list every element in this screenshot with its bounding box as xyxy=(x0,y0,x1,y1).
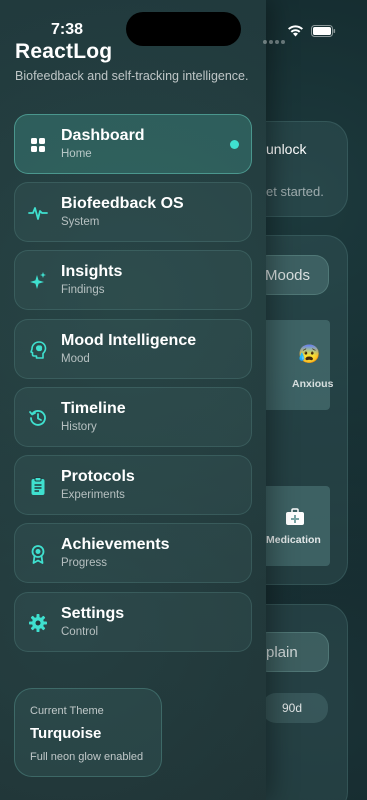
nav-label: Dashboard xyxy=(61,127,145,144)
nav-sublabel: Findings xyxy=(61,284,105,296)
medkit-icon xyxy=(285,508,305,531)
nav-sublabel: History xyxy=(61,421,97,433)
nav-sublabel: Mood xyxy=(61,353,90,365)
nav-label: Timeline xyxy=(61,400,126,417)
nav-label: Insights xyxy=(61,263,123,280)
wifi-icon xyxy=(287,24,304,42)
award-icon xyxy=(28,544,48,564)
anxious-face-icon: 😰 xyxy=(298,344,321,364)
nav-item-achievements[interactable]: Achievements Progress xyxy=(14,523,252,583)
signal-dots-icon xyxy=(263,31,287,49)
grid-icon xyxy=(28,135,48,155)
nav-item-insights[interactable]: Insights Findings xyxy=(14,250,252,310)
nav-item-settings[interactable]: Settings Control xyxy=(14,592,252,652)
mood-tile-anxious[interactable]: 😰 Anxious xyxy=(262,320,334,410)
gear-icon xyxy=(28,613,48,633)
nav-label: Achievements xyxy=(61,536,170,553)
theme-description: Full neon glow enabled xyxy=(30,751,144,763)
nav-item-timeline[interactable]: Timeline History xyxy=(14,387,252,447)
status-bar: 7:38 xyxy=(0,0,367,54)
current-theme-card[interactable]: Current Theme Turquoise Full neon glow e… xyxy=(14,688,162,777)
range-pill-90d[interactable]: 90d xyxy=(262,693,328,723)
nav-label: Protocols xyxy=(61,468,135,485)
mood-label: Anxious xyxy=(292,378,334,390)
brain-head-icon xyxy=(28,340,48,360)
nav-sublabel: Control xyxy=(61,626,99,638)
medication-tile[interactable]: Medication xyxy=(262,486,330,566)
app-tagline: Biofeedback and self-tracking intelligen… xyxy=(15,69,249,83)
nav-item-biofeedback-os[interactable]: Biofeedback OS System xyxy=(14,182,252,242)
battery-icon xyxy=(311,24,336,42)
nav-label: Settings xyxy=(61,605,125,622)
nav-label: Biofeedback OS xyxy=(61,195,184,212)
clipboard-icon xyxy=(28,476,48,496)
nav-sublabel: Progress xyxy=(61,557,108,569)
nav-sublabel: System xyxy=(61,216,100,228)
nav-item-mood-intelligence[interactable]: Mood Intelligence Mood xyxy=(14,319,252,379)
unlock-card-title: unlock xyxy=(266,141,307,157)
history-icon xyxy=(28,408,48,428)
theme-name: Turquoise xyxy=(30,725,102,742)
pulse-icon xyxy=(28,203,48,223)
nav-item-dashboard[interactable]: Dashboard Home xyxy=(14,114,252,174)
sparkle-icon xyxy=(28,271,48,291)
unlock-card-text: et started. xyxy=(266,184,324,199)
nav-label: Mood Intelligence xyxy=(61,332,197,349)
status-time: 7:38 xyxy=(51,21,84,38)
medication-label: Medication xyxy=(266,534,321,546)
nav-item-protocols[interactable]: Protocols Experiments xyxy=(14,455,252,515)
active-indicator xyxy=(230,140,239,149)
theme-card-title: Current Theme xyxy=(30,705,104,717)
nav-sublabel: Experiments xyxy=(61,489,125,501)
navigation-drawer: ReactLog Biofeedback and self-tracking i… xyxy=(0,0,266,800)
nav-sublabel: Home xyxy=(61,148,92,160)
dynamic-island xyxy=(126,12,241,46)
